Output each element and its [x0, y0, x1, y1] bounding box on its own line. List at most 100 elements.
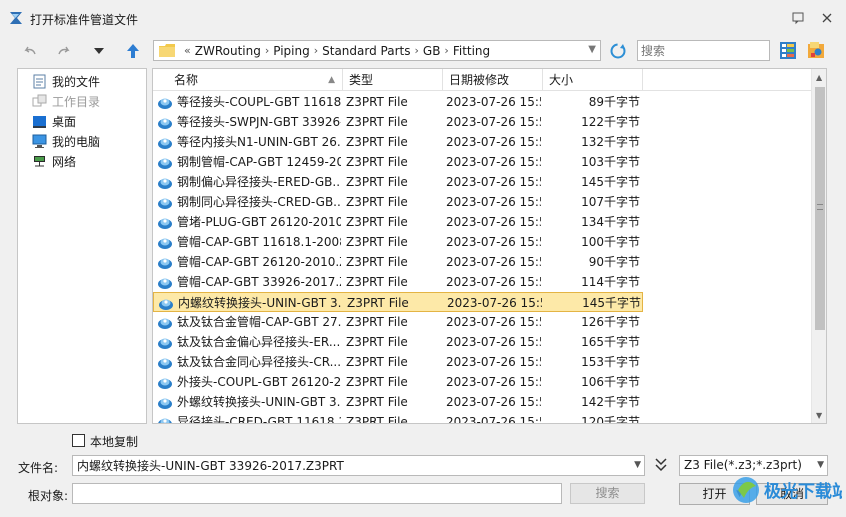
breadcrumb-item[interactable]: GB — [423, 44, 441, 58]
table-row[interactable]: 钢制偏心异径接头-ERED-GB... Z3PRT File 2023-07-26 … — [153, 172, 643, 192]
window-title: 打开标准件管道文件 — [30, 13, 139, 27]
root-object-field[interactable] — [72, 483, 562, 504]
chevron-right-icon[interactable]: › — [265, 44, 269, 57]
file-size: 145千字节 — [581, 175, 640, 189]
file-date: 2023-07-26 15:51 — [446, 235, 541, 249]
column-header-date[interactable]: 日期被修改 — [443, 69, 543, 91]
local-copy-checkbox[interactable] — [72, 434, 85, 447]
back-button[interactable] — [20, 42, 40, 60]
up-folder-button[interactable] — [123, 42, 143, 60]
file-size: 134千字节 — [581, 215, 640, 229]
chevron-down-icon[interactable]: ▼ — [588, 44, 596, 55]
recent-locations-button[interactable] — [89, 42, 109, 60]
z3prt-file-icon — [158, 238, 172, 249]
up-arrow-icon — [127, 44, 139, 58]
sidebar-item-computer[interactable]: 我的电脑 — [32, 132, 100, 150]
breadcrumb-item[interactable]: Fitting — [453, 44, 490, 58]
column-header-type[interactable]: 类型 — [343, 69, 443, 91]
close-icon[interactable] — [820, 11, 834, 25]
filename-input[interactable] — [73, 456, 613, 475]
table-row[interactable]: 管堵-PLUG-GBT 26120-2010.... Z3PRT File 2023… — [153, 212, 643, 232]
chevron-down-icon[interactable]: ▼ — [634, 460, 641, 470]
table-row[interactable]: 钛及钛合金同心异径接头-CR... Z3PRT File 2023-07-26 15… — [153, 352, 643, 372]
sidebar-item-my-files[interactable]: 我的文件 — [32, 72, 100, 90]
z3prt-file-icon — [158, 158, 172, 169]
scroll-up-icon[interactable]: ▲ — [816, 73, 822, 82]
breadcrumb-item[interactable]: ZWRouting — [195, 44, 261, 58]
z3prt-file-icon — [158, 358, 172, 369]
forward-button[interactable] — [54, 42, 74, 60]
breadcrumb-overflow[interactable]: « — [184, 44, 191, 57]
table-row[interactable]: 钛及钛合金管帽-CAP-GBT 27... Z3PRT File 2023-07-2… — [153, 312, 643, 332]
table-row[interactable]: 等径接头-SWPJN-GBT 33926-... Z3PRT File 2023-0… — [153, 112, 643, 132]
column-header-label: 类型 — [349, 73, 374, 87]
sidebar-item-network[interactable]: 网络 — [32, 152, 76, 170]
sidebar-item-desktop[interactable]: 桌面 — [32, 112, 76, 130]
file-date: 2023-07-26 15:51 — [446, 315, 541, 329]
search-box[interactable] — [637, 40, 770, 61]
table-row[interactable]: 管帽-CAP-GBT 26120-2010.Z... Z3PRT File 2023… — [153, 252, 643, 272]
table-row[interactable]: 外螺纹转换接头-UNIN-GBT 3... Z3PRT File 2023-07-2… — [153, 392, 643, 412]
file-date: 2023-07-26 15:51 — [446, 175, 541, 189]
table-row[interactable]: 管帽-CAP-GBT 11618.1-2008.... Z3PRT File 202… — [153, 232, 643, 252]
expand-options-icon[interactable] — [654, 458, 668, 474]
file-type: Z3PRT File — [346, 395, 408, 409]
file-type: Z3PRT File — [346, 235, 408, 249]
breadcrumb-item[interactable]: Standard Parts — [322, 44, 410, 58]
file-name: 管帽-CAP-GBT 11618.1-2008.... — [177, 235, 341, 249]
search-input[interactable] — [638, 41, 769, 60]
address-bar[interactable]: « ZWRouting › Piping › Standard Parts › … — [153, 40, 601, 61]
file-date: 2023-07-26 15:51 — [446, 115, 541, 129]
breadcrumb-item[interactable]: Piping — [273, 44, 309, 58]
preview-icon[interactable] — [807, 41, 825, 60]
refresh-icon[interactable] — [608, 41, 628, 61]
chevron-right-icon[interactable]: › — [444, 44, 448, 57]
column-header-name[interactable]: 名称 ▲ — [168, 69, 343, 91]
table-row[interactable]: 内螺纹转换接头-UNIN-GBT 3... Z3PRT File 2023-07-2… — [153, 292, 643, 312]
file-date: 2023-07-26 15:51 — [446, 155, 541, 169]
column-header-size[interactable]: 大小 — [543, 69, 643, 91]
table-row[interactable]: 外接头-COUPL-GBT 26120-2... Z3PRT File 2023-0… — [153, 372, 643, 392]
file-size: 89千字节 — [588, 95, 640, 109]
file-size: 107千字节 — [581, 195, 640, 209]
table-row[interactable]: 钛及钛合金偏心异径接头-ER... Z3PRT File 2023-07-26 15… — [153, 332, 643, 352]
filename-combobox[interactable]: ▼ — [72, 455, 645, 476]
file-name: 钛及钛合金管帽-CAP-GBT 27... — [177, 315, 341, 329]
search-button[interactable]: 搜索 — [570, 483, 645, 504]
vertical-scrollbar[interactable]: ▲ ▼ — [811, 69, 826, 423]
z3prt-file-icon — [158, 218, 172, 229]
root-object-input[interactable] — [73, 484, 561, 503]
computer-icon — [32, 134, 47, 148]
title-bar: 打开标准件管道文件 — [0, 0, 846, 36]
z3prt-file-icon — [158, 378, 172, 389]
chevron-right-icon[interactable]: › — [314, 44, 318, 57]
sidebar-item-label: 我的电脑 — [52, 134, 101, 149]
navigation-pane: 我的文件 工作目录 桌面 我的电脑 网络 — [17, 68, 147, 424]
work-dir-icon — [32, 94, 47, 106]
table-row[interactable]: 等径内接头N1-UNIN-GBT 26... Z3PRT File 2023-07-… — [153, 132, 643, 152]
help-icon[interactable] — [791, 11, 805, 25]
my-files-icon — [33, 74, 46, 88]
table-row[interactable]: 钢制管帽-CAP-GBT 12459-20... Z3PRT File 2023-0… — [153, 152, 643, 172]
file-name: 钢制偏心异径接头-ERED-GB... — [177, 175, 341, 189]
file-type: Z3PRT File — [346, 195, 408, 209]
file-size: 103千字节 — [581, 155, 640, 169]
column-headers: 名称 ▲ 类型 日期被修改 大小 — [153, 69, 811, 91]
watermark-text: 极光下载站 — [764, 481, 842, 502]
local-copy-label: 本地复制 — [90, 435, 139, 449]
scroll-down-icon[interactable]: ▼ — [816, 411, 822, 420]
table-row[interactable]: 异径接头-CRED-GBT 11618.1... Z3PRT File 2023-0… — [153, 412, 643, 423]
chevron-right-icon[interactable]: › — [414, 44, 418, 57]
file-size: 100千字节 — [581, 235, 640, 249]
file-name: 钢制管帽-CAP-GBT 12459-20... — [177, 155, 341, 169]
table-row[interactable]: 管帽-CAP-GBT 33926-2017.Z... Z3PRT File 2023… — [153, 272, 643, 292]
table-row[interactable]: 等径接头-COUPL-GBT 11618.... Z3PRT File 2023-0… — [153, 92, 643, 112]
view-options-icon[interactable] — [779, 41, 797, 60]
z3prt-file-icon — [159, 299, 173, 310]
file-name: 等径接头-SWPJN-GBT 33926-... — [177, 115, 341, 129]
open-button-label: 打开 — [702, 487, 727, 501]
file-date: 2023-07-26 15:51 — [446, 135, 541, 149]
file-list[interactable]: 名称 ▲ 类型 日期被修改 大小 等径接头-COUPL-GBT 11618...… — [152, 68, 827, 424]
sidebar-item-work-dir[interactable]: 工作目录 — [32, 92, 100, 110]
table-row[interactable]: 钢制同心异径接头-CRED-GB... Z3PRT File 2023-07-26 … — [153, 192, 643, 212]
